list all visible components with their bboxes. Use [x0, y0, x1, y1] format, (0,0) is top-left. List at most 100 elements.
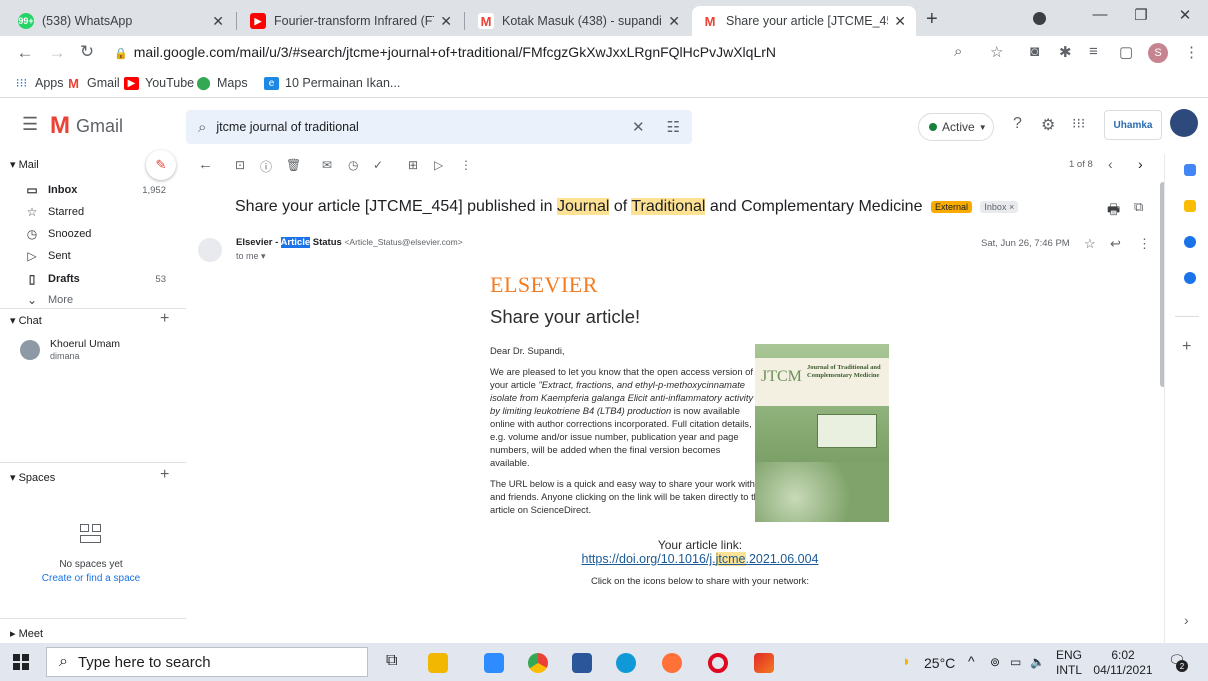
close-tab-icon[interactable]: ✕ — [440, 13, 452, 30]
sidebar-item-inbox[interactable]: ▭ Inbox 1,952 — [24, 180, 184, 200]
keep-icon[interactable] — [1184, 200, 1196, 212]
elsevier-logo[interactable]: ELSEVIER — [490, 272, 990, 298]
recipients-toggle[interactable]: to me ▾ — [236, 251, 266, 262]
sidebar-item-snoozed[interactable]: ◷ Snoozed — [24, 224, 184, 244]
show-hidden-icons-chevron-icon[interactable]: ^ — [968, 653, 975, 669]
camera-extension-icon[interactable]: ◙ — [1030, 43, 1039, 60]
reply-icon[interactable]: ↩ — [1110, 236, 1121, 252]
close-tab-icon[interactable]: ✕ — [668, 13, 680, 30]
settings-gear-icon[interactable]: ⚙ — [1041, 115, 1055, 135]
reload-icon[interactable]: ↻ — [74, 42, 100, 62]
clear-search-icon[interactable]: ✕ — [632, 118, 645, 136]
opera-icon[interactable] — [708, 653, 728, 673]
spaces-section-toggle[interactable]: ▾ Spaces — [10, 471, 55, 484]
external-label[interactable]: External — [930, 200, 972, 213]
new-space-plus-icon[interactable]: + — [160, 466, 169, 484]
sidebar-item-more[interactable]: ⌄ More — [24, 294, 184, 306]
article-link[interactable]: https://doi.org/10.1016/j.jtcme.2021.06.… — [490, 552, 910, 566]
journal-cover-image[interactable]: JTCM Journal of Traditional and Compleme… — [755, 344, 889, 522]
calendar-icon[interactable] — [1184, 164, 1196, 176]
zoom-icon[interactable]: ⌕ — [954, 43, 962, 60]
bookmark-gmail[interactable]: M Gmail — [66, 76, 120, 91]
windows-start-icon[interactable] — [13, 654, 29, 670]
close-tab-icon[interactable]: ✕ — [894, 13, 906, 30]
search-options-icon[interactable]: ☷ — [667, 118, 680, 136]
chat-section-toggle[interactable]: ▾ Chat — [10, 314, 42, 327]
language-indicator[interactable]: ENG INTL — [1056, 648, 1082, 678]
weather-moon-icon[interactable]: ◗ — [902, 653, 911, 670]
snooze-icon[interactable]: ◷ — [348, 158, 358, 172]
extensions-puzzle-icon[interactable]: ✱ — [1059, 43, 1072, 61]
back-arrow-icon[interactable]: ← — [12, 43, 38, 63]
search-bar[interactable]: ⌕ jtcme journal of traditional ✕ ☷ — [186, 110, 692, 144]
sender-avatar[interactable] — [198, 238, 222, 262]
bookmark-apps[interactable]: ⁝⁝⁝ Apps — [14, 76, 64, 90]
app-v-icon[interactable] — [754, 653, 774, 673]
file-explorer-icon[interactable] — [428, 653, 448, 673]
profile-avatar[interactable]: S — [1148, 43, 1168, 63]
forward-arrow-icon[interactable]: → — [44, 43, 70, 63]
sender-line[interactable]: Elsevier - Article Status <Article_Statu… — [236, 237, 463, 248]
bookmark-maps[interactable]: ⬤ Maps — [196, 75, 247, 90]
close-window-icon[interactable]: ✕ — [1165, 6, 1205, 24]
show-side-panel-chevron-icon[interactable]: › — [1184, 612, 1189, 628]
delete-icon[interactable]: 🗑 — [286, 158, 301, 172]
main-menu-icon[interactable]: ☰ — [22, 114, 38, 135]
taskbar-search-box[interactable]: ⌕ Type here to search — [46, 647, 368, 677]
chat-contact-name[interactable]: Khoerul Umam — [50, 338, 120, 350]
create-space-link[interactable]: Create or find a space — [0, 573, 182, 584]
tab-share-article[interactable]: M Share your article [JTCME_454] pu ✕ — [692, 6, 916, 36]
battery-icon[interactable]: ▭ — [1010, 655, 1021, 669]
volume-icon[interactable]: 🔈 — [1030, 655, 1045, 669]
gmail-logo[interactable]: M Gmail — [50, 112, 123, 140]
compose-pencil-icon[interactable]: ✎ — [146, 150, 176, 180]
archive-icon[interactable]: ⊡ — [235, 158, 245, 172]
tab-kotak-masuk[interactable]: M Kotak Masuk (438) - supandi@uh ✕ — [468, 6, 690, 36]
reading-list-icon[interactable]: ≡ — [1089, 43, 1098, 60]
tasks-icon[interactable] — [1184, 236, 1196, 248]
back-to-search-icon[interactable]: ← — [198, 156, 213, 173]
new-chat-plus-icon[interactable]: + — [160, 310, 169, 328]
add-to-tasks-icon[interactable]: ✓ — [373, 158, 383, 172]
move-to-icon[interactable]: ⊞ — [408, 158, 418, 172]
bookmark-youtube[interactable]: ▶ YouTube — [124, 76, 194, 90]
google-apps-icon[interactable]: ⁝⁝⁝ — [1072, 115, 1085, 132]
task-view-icon[interactable]: ⧉ — [386, 652, 397, 670]
chrome-icon[interactable] — [528, 653, 548, 673]
tab-search-icon[interactable] — [1033, 12, 1046, 25]
url-field[interactable]: 🔒 mail.google.com/mail/u/3/#search/jtcme+… — [114, 44, 776, 60]
weather-temp[interactable]: 25°C — [924, 655, 955, 671]
close-tab-icon[interactable]: ✕ — [212, 13, 224, 30]
status-selector[interactable]: Active ▼ — [918, 113, 994, 141]
help-icon[interactable]: ? — [1013, 115, 1022, 133]
meet-section-toggle[interactable]: ▸ Meet — [10, 627, 43, 640]
tab-youtube-ftir[interactable]: ▶ Fourier-transform Infrared (FTIR) ✕ — [240, 6, 462, 36]
search-input[interactable]: jtcme journal of traditional — [216, 120, 632, 134]
inbox-label[interactable]: Inbox × — [980, 200, 1019, 213]
sidebar-item-sent[interactable]: ▷ Sent — [24, 246, 184, 266]
firefox-icon[interactable] — [662, 653, 682, 673]
more-options-icon[interactable]: ⋮ — [460, 158, 472, 172]
more-actions-icon[interactable]: ⋮ — [1138, 236, 1151, 252]
notifications-icon[interactable]: 🗨 2 — [1168, 652, 1188, 672]
sidebar-item-drafts[interactable]: ▯ Drafts 53 — [24, 269, 184, 289]
word-icon[interactable] — [572, 653, 592, 673]
mark-unread-icon[interactable]: ✉ — [322, 158, 332, 172]
edge-icon[interactable] — [616, 653, 636, 673]
newer-chevron-icon[interactable]: ‹ — [1108, 156, 1113, 172]
browser-menu-icon[interactable]: ⋮ — [1184, 43, 1199, 61]
new-tab-icon[interactable]: + — [926, 8, 938, 31]
org-logo[interactable]: Uhamka — [1104, 110, 1162, 140]
open-new-window-icon[interactable]: ⧉ — [1134, 199, 1143, 215]
clock[interactable]: 6:02 04/11/2021 — [1092, 648, 1154, 678]
older-chevron-icon[interactable]: › — [1138, 156, 1143, 172]
bookmark-permainan-ikan[interactable]: e 10 Permainan Ikan... — [264, 76, 400, 90]
bookmark-star-icon[interactable]: ☆ — [990, 43, 1003, 61]
mail-section-toggle[interactable]: ▾ Mail — [10, 158, 39, 171]
minimize-icon[interactable]: — — [1080, 6, 1120, 23]
get-addons-plus-icon[interactable]: + — [1182, 338, 1191, 356]
account-avatar[interactable] — [1170, 109, 1198, 137]
print-icon[interactable]: 🖶 — [1107, 199, 1120, 223]
report-spam-icon[interactable]: ⓘ — [260, 158, 272, 175]
zoom-app-icon[interactable] — [484, 653, 504, 673]
